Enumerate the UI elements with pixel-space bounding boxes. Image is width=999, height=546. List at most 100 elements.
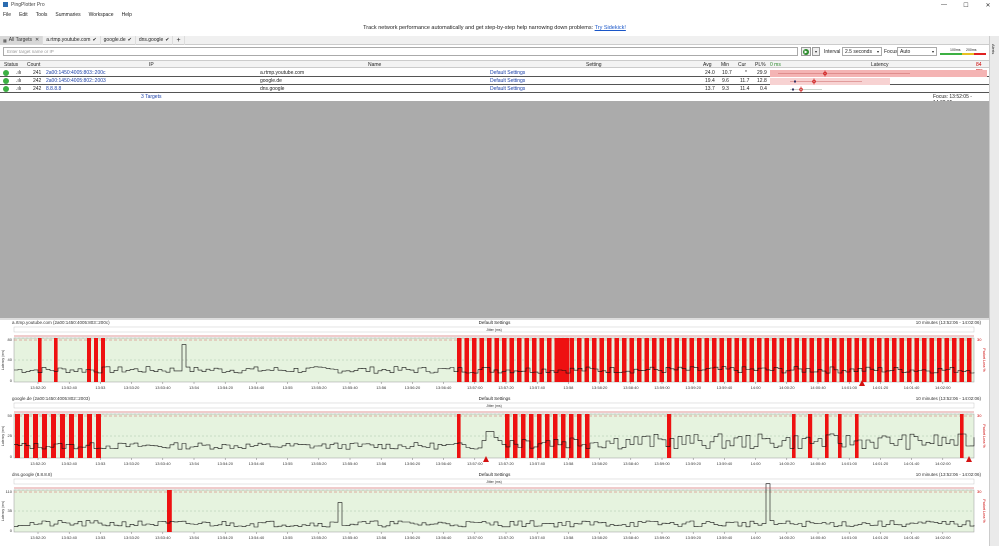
x-tick-label: 13:56 — [376, 461, 387, 466]
tab-google-de[interactable]: google.de ✔ — [101, 35, 136, 45]
loss-bar — [464, 338, 469, 382]
timeline-chart[interactable]: Jitter (ms) 110 35 0 Latency (ms) 30 Packet Lo… — [0, 478, 989, 546]
loss-bar — [524, 338, 529, 382]
grid-footer: 3 Targets Focus: 13:52:05 - 14:02:05 — [0, 93, 989, 106]
loss-bar — [808, 414, 813, 458]
menu-summaries[interactable]: Summaries — [55, 12, 80, 18]
close-button[interactable]: ✕ — [977, 0, 999, 10]
x-tick-label: 14:01:00 — [841, 461, 857, 466]
pl-tick-label: 30 — [977, 489, 982, 494]
y-axis-label: Latency (ms) — [1, 350, 5, 370]
loss-bar — [577, 338, 582, 382]
toolbar: Enter target name or IP ▶ ▾ Interval 2.5… — [0, 46, 989, 58]
check-icon: ✔ — [92, 37, 97, 43]
loss-bar — [652, 338, 657, 382]
tab-all-targets[interactable]: ▦ All Targets ✕ — [0, 35, 44, 45]
loss-bar — [42, 414, 47, 458]
loss-bar — [87, 414, 92, 458]
col-latency[interactable]: Latency — [871, 62, 889, 68]
col-pl[interactable]: PL% — [755, 62, 766, 68]
focus-select[interactable]: Auto ▾ — [897, 47, 937, 56]
loss-bar — [959, 338, 964, 382]
focus-value: Auto — [900, 49, 911, 55]
start-button[interactable]: ▶ — [801, 47, 811, 56]
interval-select[interactable]: 2.5 seconds ▾ — [842, 47, 882, 56]
sidekick-link[interactable]: Try Sidekick! — [595, 25, 626, 31]
cell-ip: 2a00:1450:4005:802::2003 — [46, 78, 106, 84]
menu-edit[interactable]: Edit — [19, 12, 28, 18]
x-tick-label: 14:01:20 — [873, 535, 889, 540]
tab-label: All Targets — [8, 37, 33, 43]
target-input[interactable]: Enter target name or IP — [3, 47, 798, 56]
loss-bar — [960, 414, 964, 458]
table-row[interactable]: .ılı 242 2a00:1450:4005:802::2003 google… — [0, 77, 989, 85]
graph-setting[interactable]: Default Settings — [0, 472, 989, 477]
x-tick-label: 14:00 — [751, 461, 762, 466]
loss-bar — [569, 338, 574, 382]
loss-bar — [622, 338, 627, 382]
cell-count: 242 — [33, 86, 42, 92]
col-status[interactable]: Status — [4, 62, 18, 68]
loss-bar — [529, 414, 534, 458]
x-tick-label: 13:58:20 — [592, 461, 608, 466]
loss-bar — [592, 338, 597, 382]
x-tick-label: 13:59:40 — [717, 461, 733, 466]
close-icon[interactable]: ✕ — [35, 37, 39, 43]
menu-workspace[interactable]: Workspace — [89, 12, 114, 18]
y-tick-label: 110 — [6, 489, 13, 494]
menu-tools[interactable]: Tools — [36, 12, 48, 18]
cell-cur: * — [745, 70, 747, 76]
timeline-chart[interactable]: Jitter (ms) 80 40 0 Latency (ms) 30 Packet Los… — [0, 326, 989, 396]
timeline-chart[interactable]: Jitter (ms) 50 25 0 Latency (ms) 30 Packet Los… — [0, 402, 989, 472]
x-tick-label: 14:00 — [751, 535, 762, 540]
col-setting[interactable]: Setting — [586, 62, 602, 68]
loss-bar — [712, 338, 717, 382]
x-tick-label: 13:58:40 — [623, 535, 639, 540]
col-min[interactable]: Min — [721, 62, 729, 68]
alerts-sidebar[interactable]: Alerts — [989, 36, 999, 546]
loss-bar — [802, 338, 807, 382]
x-tick-label: 13:58:20 — [592, 385, 608, 390]
col-cur[interactable]: Cur — [738, 62, 746, 68]
x-tick-label: 13:59:20 — [685, 535, 701, 540]
menu-file[interactable]: File — [3, 12, 11, 18]
loss-bar — [854, 338, 859, 382]
loss-bar — [167, 490, 172, 532]
col-name[interactable]: Name — [368, 62, 381, 68]
maximize-button[interactable]: ☐ — [955, 0, 977, 10]
x-tick-label: 14:01:40 — [904, 535, 920, 540]
cell-setting[interactable]: Default Settings — [490, 78, 525, 84]
tab-dns-google[interactable]: dns.google ✔ — [136, 35, 174, 45]
x-tick-label: 13:54 — [189, 461, 200, 466]
col-ip[interactable]: IP — [149, 62, 154, 68]
menu-help[interactable]: Help — [122, 12, 132, 18]
y-tick-label: 0 — [10, 528, 13, 533]
cell-avg: 13.7 — [705, 86, 715, 92]
x-tick-label: 14:01:40 — [904, 385, 920, 390]
col-avg[interactable]: Avg — [703, 62, 712, 68]
start-dropdown[interactable]: ▾ — [812, 47, 820, 56]
table-row[interactable]: .ılı 241 2a00:1450:4005:803::200c a.rtmp… — [0, 69, 989, 77]
col-count[interactable]: Count — [27, 62, 40, 68]
add-tab-button[interactable]: + — [173, 35, 185, 45]
tab-youtube[interactable]: a.rtmp.youtube.com ✔ — [43, 35, 101, 45]
loss-bar — [704, 338, 709, 382]
graph-setting[interactable]: Default Settings — [0, 396, 989, 401]
chart-icon[interactable]: .ılı — [16, 70, 21, 76]
x-tick-label: 13:55 — [283, 535, 294, 540]
loss-bar — [899, 338, 904, 382]
chart-icon[interactable]: .ılı — [16, 78, 21, 84]
minimize-button[interactable]: — — [933, 0, 955, 10]
cell-setting[interactable]: Default Settings — [490, 86, 525, 92]
graph-setting[interactable]: Default Settings — [0, 320, 989, 325]
latency-bar — [790, 86, 822, 92]
cell-setting[interactable]: Default Settings — [490, 70, 525, 76]
cell-count: 242 — [33, 78, 42, 84]
loss-bar — [838, 414, 842, 458]
loss-bar — [855, 414, 859, 458]
cell-avg: 19.4 — [705, 78, 715, 84]
x-tick-label: 13:56 — [376, 385, 387, 390]
chart-icon[interactable]: .ılı — [16, 86, 21, 92]
tab-label: a.rtmp.youtube.com — [46, 37, 91, 43]
table-row[interactable]: .ılı 242 8.8.8.8 dns.google Default Sett… — [0, 85, 989, 93]
